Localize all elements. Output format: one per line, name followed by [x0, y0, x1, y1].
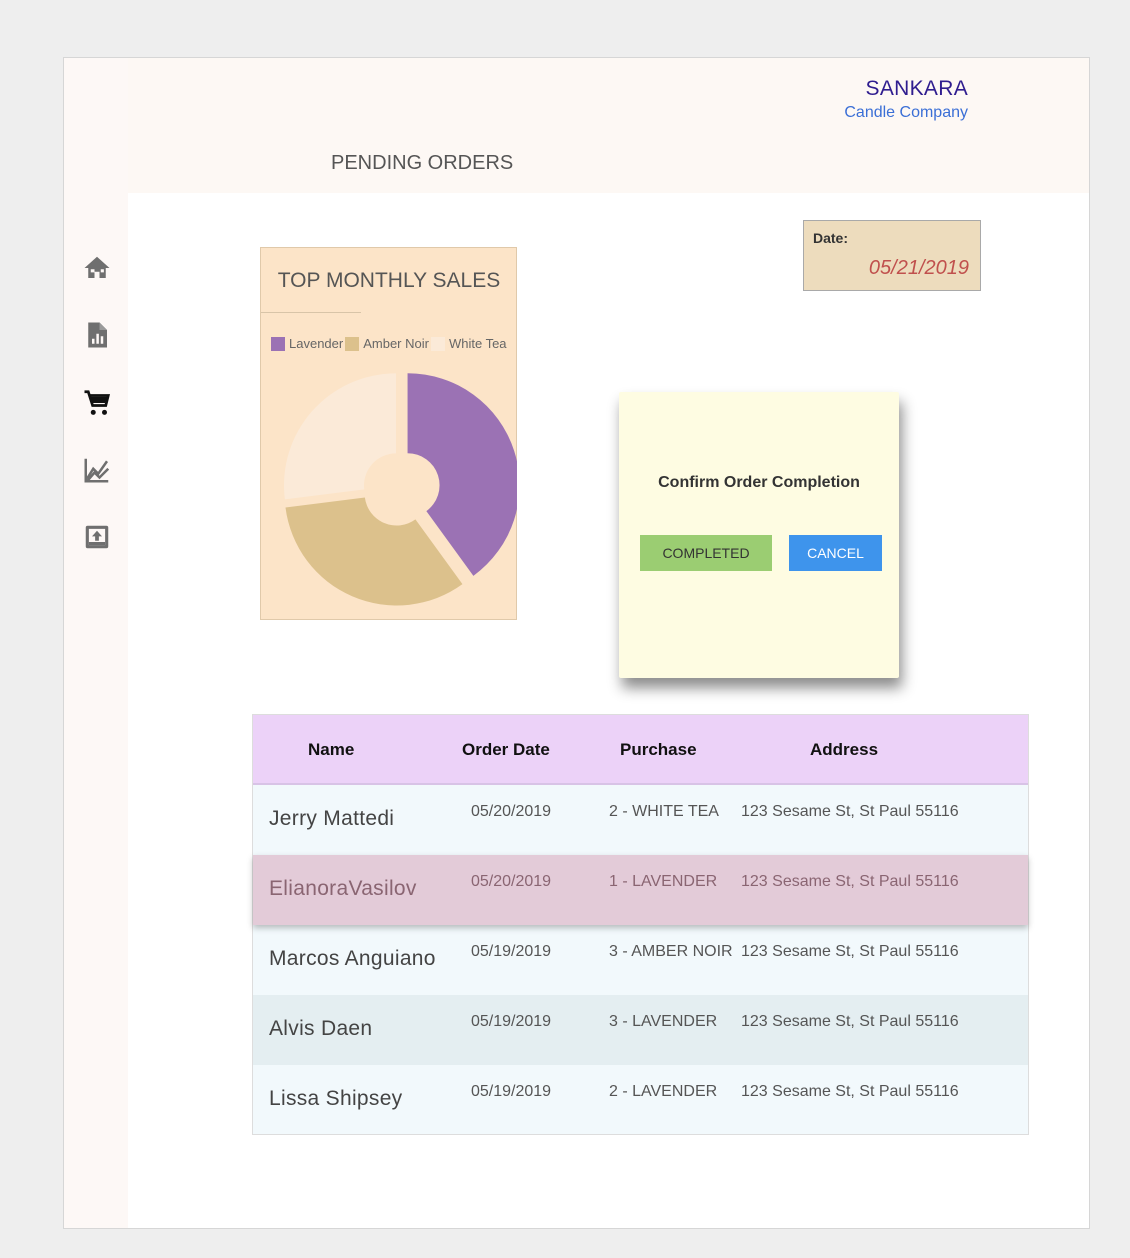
cell-purchase: 1 - LAVENDER	[609, 873, 718, 890]
legend-label: Lavender	[289, 336, 344, 351]
brand-subtitle: Candle Company	[844, 104, 968, 121]
cart-icon	[84, 390, 111, 415]
pie-slice-white-tea	[283, 373, 396, 500]
cell-date: 05/19/2019	[471, 943, 552, 960]
upload-icon	[85, 525, 109, 549]
cell-address: 123 Sesame St, St Paul 55116	[741, 873, 959, 890]
cell-address: 123 Sesame St, St Paul 55116	[741, 803, 959, 820]
legend-label: Amber Noir	[363, 336, 429, 351]
column-header-order-date[interactable]: Order Date	[462, 740, 550, 760]
date-label: Date:	[813, 230, 849, 246]
cell-name: Marcos Anguiano	[269, 947, 436, 970]
cell-purchase: 3 - AMBER NOIR	[609, 943, 733, 960]
cell-date: 05/19/2019	[471, 1083, 552, 1100]
nav-reports[interactable]	[80, 318, 114, 352]
cell-address: 123 Sesame St, St Paul 55116	[741, 943, 959, 960]
cell-purchase: 3 - LAVENDER	[609, 1013, 718, 1030]
cell-purchase: 2 - WHITE TEA	[609, 803, 719, 820]
cell-date: 05/19/2019	[471, 1013, 552, 1030]
cell-name: Lissa Shipsey	[269, 1087, 403, 1110]
legend-label: White Tea	[448, 336, 507, 351]
cell-name: ElianoraVasilov	[269, 877, 417, 900]
legend-item-amber-noir: Amber Noir	[345, 336, 429, 351]
dialog-message: Confirm Order Completion	[658, 474, 860, 491]
legend-swatch	[271, 336, 285, 351]
chart-title: TOP MONTHLY SALES	[277, 269, 501, 292]
confirm-dialog: Confirm Order Completion COMPLETED CANCE…	[619, 392, 899, 678]
cell-name: Alvis Daen	[269, 1017, 373, 1040]
chart-legend: Lavender Amber Noir White Tea	[271, 336, 509, 351]
table-row[interactable]: Lissa Shipsey 05/19/2019 2 - LAVENDER 12…	[253, 1065, 1028, 1135]
report-icon	[88, 322, 107, 348]
nav-upload[interactable]	[80, 520, 114, 554]
cell-date: 05/20/2019	[471, 873, 552, 890]
table-row-selected[interactable]: ElianoraVasilov 05/20/2019 1 - LAVENDER …	[253, 855, 1028, 925]
legend-item-white-tea: White Tea	[430, 336, 507, 351]
table-header: Name Order Date Purchase Address	[253, 715, 1028, 785]
header: SANKARA Candle Company PENDING ORDERS	[128, 58, 1089, 193]
legend-swatch	[345, 336, 360, 351]
nav-home[interactable]	[80, 251, 114, 285]
table-row[interactable]: Marcos Anguiano 05/19/2019 3 - AMBER NOI…	[253, 925, 1028, 995]
page-title: PENDING ORDERS	[331, 152, 514, 174]
column-header-address[interactable]: Address	[810, 740, 878, 760]
sales-chart-card: TOP MONTHLY SALES Lavender Amber Noir Wh…	[260, 247, 517, 620]
pie-chart	[283, 373, 517, 606]
date-value: 05/21/2019	[868, 257, 969, 279]
nav-orders[interactable]	[80, 386, 114, 420]
chart-divider	[261, 312, 361, 313]
cell-address: 123 Sesame St, St Paul 55116	[741, 1083, 959, 1100]
sidebar	[64, 58, 128, 1228]
table-row[interactable]: Jerry Mattedi 05/20/2019 2 - WHITE TEA 1…	[253, 785, 1028, 855]
legend-item-lavender: Lavender	[271, 336, 343, 351]
cancel-button[interactable]: CANCEL	[789, 535, 882, 571]
nav-analytics[interactable]	[80, 453, 114, 487]
completed-button[interactable]: COMPLETED	[640, 535, 772, 571]
column-header-name[interactable]: Name	[308, 740, 354, 760]
legend-swatch	[430, 336, 445, 351]
line-chart-icon	[84, 458, 110, 483]
cell-date: 05/20/2019	[471, 803, 552, 820]
column-header-purchase[interactable]: Purchase	[620, 740, 697, 760]
table-row[interactable]: Alvis Daen 05/19/2019 3 - LAVENDER 123 S…	[253, 995, 1028, 1065]
cell-purchase: 2 - LAVENDER	[609, 1083, 718, 1100]
home-icon	[84, 256, 110, 278]
brand-name: SANKARA	[865, 77, 968, 100]
cell-address: 123 Sesame St, St Paul 55116	[741, 1013, 959, 1030]
date-box: Date: 05/21/2019	[803, 220, 981, 291]
orders-table: Name Order Date Purchase Address Jerry M…	[252, 714, 1029, 1135]
cell-name: Jerry Mattedi	[269, 807, 395, 830]
